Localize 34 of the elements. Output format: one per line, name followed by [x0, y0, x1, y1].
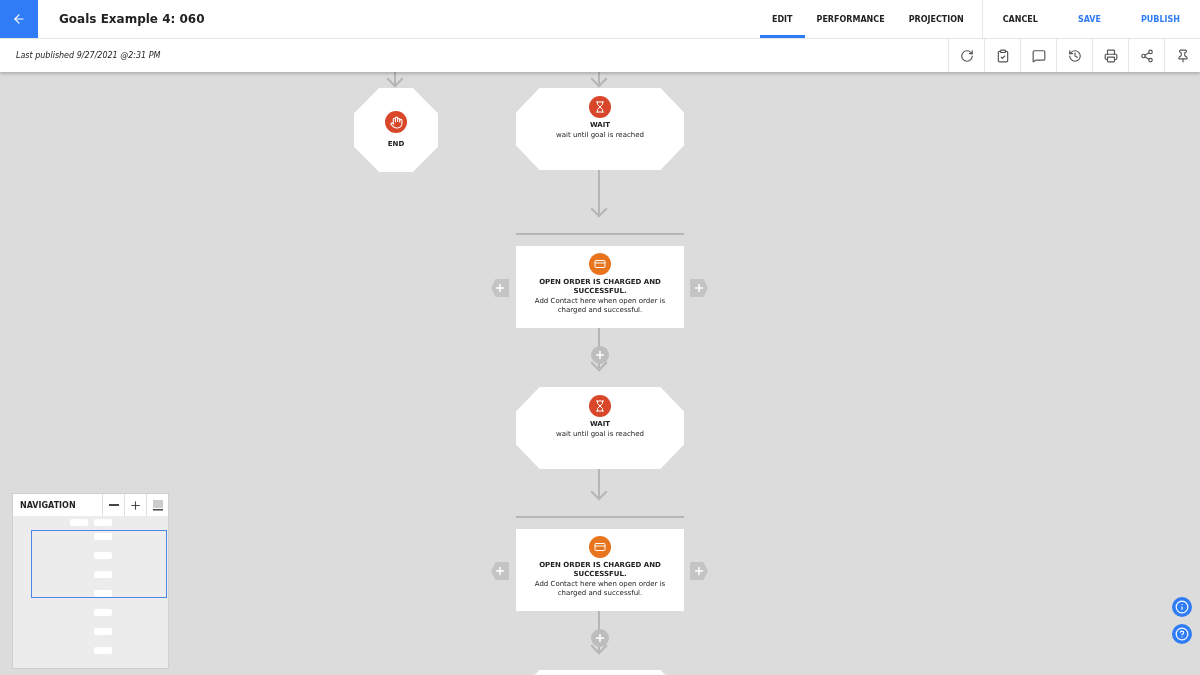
fit-screen-icon [151, 499, 164, 511]
hourglass-icon [589, 395, 611, 417]
help-icon [1175, 627, 1189, 641]
plus-icon [693, 282, 705, 294]
action-button[interactable]: SAVE [1057, 0, 1121, 38]
tab[interactable]: PERFORMANCE [804, 0, 897, 38]
plus-icon [594, 632, 606, 644]
credit-card-icon [589, 253, 611, 275]
page-title: Goals Example 4: 060 [58, 11, 206, 28]
share-icon[interactable] [1128, 39, 1164, 72]
plus-icon [693, 565, 705, 577]
info-button[interactable] [1172, 597, 1192, 617]
panel-title: NAVIGATION [19, 499, 77, 512]
plus-icon [494, 565, 506, 577]
action-button[interactable]: CANCEL [982, 0, 1058, 38]
hand-icon [385, 111, 407, 133]
plus-icon [129, 498, 142, 512]
info-icon [1175, 600, 1189, 614]
minus-icon [108, 504, 119, 506]
back-button[interactable] [0, 0, 38, 38]
clipboard-check-icon[interactable] [984, 39, 1020, 72]
tab[interactable]: PROJECTION [896, 0, 976, 38]
last-published-text: Last published 9/27/2021 @2:31 PM [15, 50, 162, 62]
help-button[interactable] [1172, 624, 1192, 644]
print-icon[interactable] [1092, 39, 1128, 72]
pin-icon[interactable] [1164, 39, 1200, 72]
comment-icon[interactable] [1020, 39, 1056, 72]
refresh-icon[interactable] [948, 39, 984, 72]
plus-icon [594, 349, 606, 361]
action-button[interactable]: PUBLISH [1121, 0, 1200, 38]
history-icon[interactable] [1056, 39, 1092, 72]
plus-icon [494, 282, 506, 294]
credit-card-icon [589, 536, 611, 558]
hourglass-icon [589, 96, 611, 118]
